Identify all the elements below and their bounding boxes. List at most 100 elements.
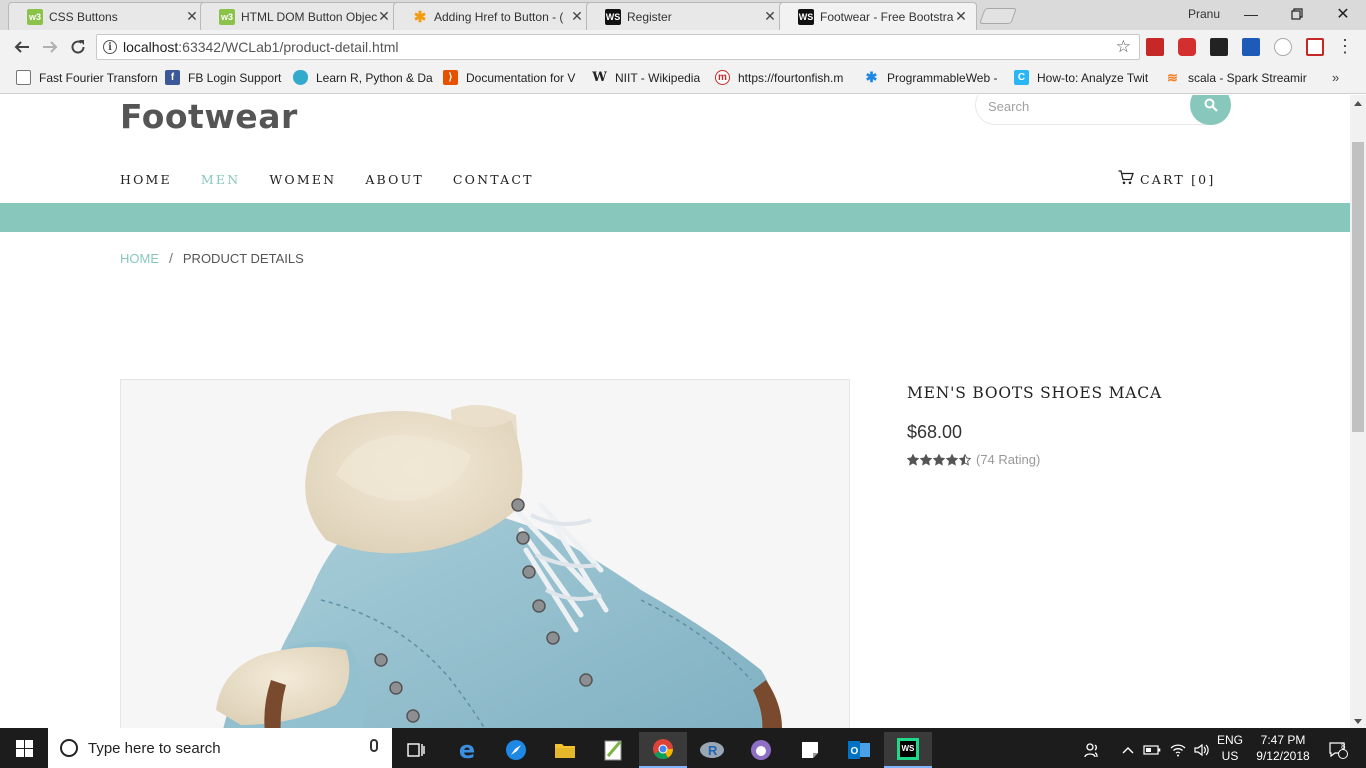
outlook-icon[interactable]: O: [835, 732, 883, 768]
bookmarks-bar: Fast Fourier Transforn f FB Login Suppor…: [0, 64, 1366, 94]
nav-home[interactable]: HOME: [120, 172, 172, 187]
page-icon: [16, 70, 31, 85]
restore-icon[interactable]: [1282, 3, 1312, 25]
m-icon: m: [715, 70, 730, 85]
extension-icon[interactable]: [1146, 38, 1164, 56]
notepad-plus-icon[interactable]: [590, 732, 638, 768]
search-input[interactable]: [988, 96, 1178, 116]
visual-studio-icon: ⟩: [443, 70, 458, 85]
browser-tab[interactable]: WS Register ✕: [586, 2, 786, 30]
browser-tab[interactable]: ✱ Adding Href to Button - ( ✕: [393, 2, 593, 30]
webstorm-taskbar-icon[interactable]: WS: [884, 732, 932, 768]
extension-icon[interactable]: [1306, 38, 1324, 56]
edge-icon[interactable]: e: [443, 732, 491, 768]
battery-icon[interactable]: [1140, 732, 1164, 768]
app-cat-icon[interactable]: [737, 732, 785, 768]
bookmark-item[interactable]: Learn R, Python & Da: [293, 70, 433, 85]
bookmark-label: scala - Spark Streamir: [1188, 70, 1307, 85]
bookmark-item[interactable]: ✱ ProgrammableWeb -: [864, 69, 998, 85]
clock[interactable]: 7:47 PM 9/12/2018: [1250, 732, 1316, 764]
bookmark-label: NIIT - Wikipedia: [615, 70, 701, 85]
extension-icon[interactable]: [1210, 38, 1228, 56]
extension-icon[interactable]: [1274, 38, 1292, 56]
file-explorer-icon[interactable]: [541, 732, 589, 768]
region-code: US: [1221, 749, 1239, 763]
browser-tab[interactable]: w3 HTML DOM Button Objec ✕: [200, 2, 400, 30]
breadcrumb-home[interactable]: HOME: [120, 251, 159, 266]
svg-text:R: R: [708, 743, 718, 758]
scrollbar-thumb[interactable]: [1352, 142, 1364, 432]
tab-title: Footwear - Free Bootstra: [820, 9, 954, 24]
browser-tab-active[interactable]: WS Footwear - Free Bootstra ✕: [779, 2, 977, 30]
product-image[interactable]: [120, 379, 850, 728]
browser-tab[interactable]: w3 CSS Buttons ✕: [8, 2, 208, 30]
bookmark-item[interactable]: ≋ scala - Spark Streamir: [1165, 70, 1307, 85]
cortana-icon: [60, 739, 78, 757]
nav-men[interactable]: MEN: [201, 172, 240, 187]
nav-women[interactable]: WOMEN: [269, 172, 336, 187]
task-view-icon[interactable]: [392, 732, 440, 768]
asterisk-icon: ✱: [413, 8, 427, 26]
bookmark-item[interactable]: m https://fourtonfish.m: [715, 70, 843, 85]
scroll-up-icon[interactable]: [1354, 101, 1362, 106]
tab-title: Register: [627, 9, 672, 24]
chrome-menu-icon[interactable]: ⋮: [1336, 36, 1354, 57]
bookmark-item[interactable]: C How-to: Analyze Twit: [1014, 70, 1148, 85]
start-button[interactable]: [0, 728, 48, 768]
nav-contact[interactable]: CONTACT: [453, 172, 534, 187]
star-icon: [933, 453, 945, 466]
w3schools-icon: w3: [27, 8, 43, 25]
close-tab-icon[interactable]: ✕: [570, 8, 584, 25]
sticky-notes-icon[interactable]: [786, 732, 834, 768]
taskbar-search[interactable]: Type here to search: [48, 728, 392, 768]
clock-time: 7:47 PM: [1260, 733, 1306, 747]
rstudio-icon[interactable]: R: [688, 732, 736, 768]
bookmark-star-icon[interactable]: ☆: [1116, 37, 1131, 57]
profile-name[interactable]: Pranu: [1188, 7, 1220, 21]
rating-stars: [907, 453, 972, 466]
forward-icon[interactable]: [38, 35, 62, 59]
wifi-icon[interactable]: [1166, 732, 1190, 768]
chrome-icon[interactable]: [639, 732, 687, 768]
bookmark-item[interactable]: Fast Fourier Transforn: [16, 70, 158, 85]
extension-icon[interactable]: [1178, 38, 1196, 56]
w3schools-icon: w3: [219, 8, 235, 25]
close-tab-icon[interactable]: ✕: [954, 8, 968, 25]
safari-icon[interactable]: [492, 732, 540, 768]
volume-icon[interactable]: [1190, 732, 1214, 768]
people-icon[interactable]: [1072, 732, 1112, 768]
more-bookmarks-icon[interactable]: »: [1332, 70, 1339, 85]
minimize-icon[interactable]: —: [1236, 3, 1266, 25]
cart-link[interactable]: CART [0]: [1118, 167, 1215, 187]
nav-about[interactable]: ABOUT: [365, 172, 424, 187]
bookmark-item[interactable]: ⟩ Documentation for V: [443, 70, 575, 85]
svg-text:WS: WS: [902, 744, 916, 753]
bookmark-label: Documentation for V: [466, 70, 576, 85]
close-tab-icon[interactable]: ✕: [185, 8, 199, 25]
webstorm-icon: WS: [605, 8, 621, 25]
datacamp-icon: [293, 70, 308, 85]
reload-icon[interactable]: [66, 35, 90, 59]
taskbar-search-text: Type here to search: [88, 739, 221, 757]
new-tab-button[interactable]: [979, 8, 1017, 24]
back-icon[interactable]: [10, 35, 34, 59]
accent-band: [0, 203, 1350, 232]
bookmark-item[interactable]: W NIIT - Wikipedia: [592, 70, 700, 85]
close-tab-icon[interactable]: ✕: [377, 8, 391, 25]
microphone-icon[interactable]: [370, 739, 378, 752]
site-logo[interactable]: Footwear: [120, 97, 298, 136]
scroll-down-icon[interactable]: [1354, 719, 1362, 724]
address-bar[interactable]: i localhost:63342/WCLab1/product-detail.…: [96, 34, 1140, 60]
action-center-icon[interactable]: 8: [1320, 732, 1356, 768]
input-language[interactable]: ENG US: [1214, 732, 1246, 764]
info-icon[interactable]: i: [103, 40, 117, 54]
bookmark-label: Fast Fourier Transforn: [39, 70, 158, 85]
page-scrollbar[interactable]: [1350, 95, 1366, 728]
extension-icon[interactable]: [1242, 38, 1260, 56]
bookmark-item[interactable]: f FB Login Support: [165, 70, 281, 85]
close-tab-icon[interactable]: ✕: [763, 8, 777, 25]
close-window-icon[interactable]: ✕: [1328, 3, 1358, 25]
star-icon: [907, 453, 919, 466]
star-icon: [920, 453, 932, 466]
star-icon: [946, 453, 958, 466]
